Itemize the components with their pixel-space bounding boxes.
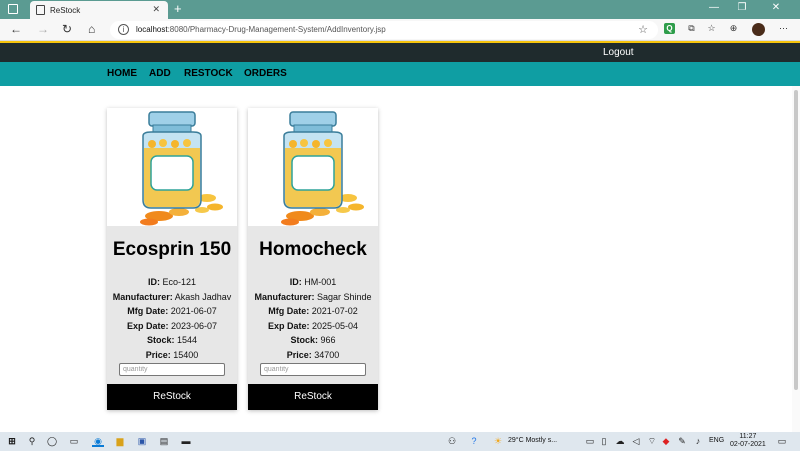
restore-icon[interactable]: ❐ <box>728 2 756 13</box>
product-name: Ecosprin 150 <box>112 239 232 260</box>
product-price: 15400 <box>173 349 199 360</box>
clock[interactable]: 11:27 02-07-2021 <box>730 433 766 449</box>
speaker-icon[interactable]: ♪ <box>692 435 704 447</box>
pen-icon[interactable]: ✎ <box>676 435 688 447</box>
refresh-icon[interactable]: ↻ <box>62 22 72 36</box>
medicine-bottle-image <box>248 108 378 226</box>
help-icon[interactable]: ? <box>468 435 480 447</box>
product-id: HM-001 <box>304 277 337 287</box>
os-taskbar: ⊞ ⚲ ◯ ▭ ◉ ▆ ▣ ▤ ▬ ⚇ ? ☀ 29°C Mostly s...… <box>0 432 800 451</box>
network-icon[interactable]: ⌔ <box>646 435 658 447</box>
antivirus-icon[interactable]: ◆ <box>660 435 672 447</box>
extension-puzzle-icon[interactable]: ⧉ <box>686 23 697 34</box>
product-manufacturer: Akash Jadhav <box>174 291 232 302</box>
extension-icon[interactable]: Q <box>664 23 675 34</box>
nav-orders[interactable]: ORDERS <box>244 68 287 79</box>
page-icon <box>36 5 45 15</box>
quantity-input[interactable] <box>260 363 366 376</box>
tray-icon[interactable]: ▯ <box>598 435 610 447</box>
scrollbar-thumb[interactable] <box>794 90 798 390</box>
forward-icon[interactable]: → <box>37 22 49 36</box>
browser-tab[interactable]: ReStock ✕ <box>30 1 168 19</box>
product-id: Eco-121 <box>162 277 197 287</box>
people-icon[interactable]: ⚇ <box>446 435 458 447</box>
task-view-icon[interactable]: ◯ <box>46 435 58 447</box>
nav-add[interactable]: ADD <box>149 68 171 79</box>
product-exp-date: 2023-06-07 <box>170 320 218 331</box>
site-navbar: HOME ADD RESTOCK ORDERS <box>0 62 800 86</box>
nav-home[interactable]: HOME <box>107 68 137 79</box>
clock-time: 11:27 <box>739 433 757 440</box>
nav-restock[interactable]: RESTOCK <box>184 68 233 79</box>
address-toolbar: ← → ↻ ⌂ i localhost:8080/Pharmacy-Drug-M… <box>0 19 800 41</box>
language-indicator[interactable]: ENG <box>709 437 724 444</box>
new-tab-icon[interactable]: + <box>174 1 182 16</box>
product-mfg-date: 2021-06-07 <box>170 306 217 317</box>
browser-titlebar: ReStock ✕ + — ❐ ✕ <box>0 0 800 19</box>
restock-button[interactable]: ReStock <box>248 384 378 410</box>
medicine-bottle-image <box>107 108 237 226</box>
app-icon[interactable]: ▣ <box>136 435 148 447</box>
product-exp-date: 2025-05-04 <box>311 320 359 331</box>
favorites-icon[interactable]: ☆ <box>706 23 717 34</box>
product-price: 34700 <box>314 349 340 360</box>
logout-link[interactable]: Logout <box>603 47 634 58</box>
product-details: ID: Eco-121 Manufacturer: Akash Jadhav M… <box>112 277 232 360</box>
product-details: ID: HM-001 Manufacturer: Sagar Shinde Mf… <box>254 277 372 360</box>
site-top-strip: Logout <box>0 41 800 62</box>
weather-text[interactable]: 29°C Mostly s... <box>508 437 557 444</box>
window-menu-icon[interactable] <box>8 4 18 14</box>
product-stock: 1544 <box>177 335 198 346</box>
tab-title: ReStock <box>50 6 81 15</box>
collections-icon[interactable]: ⊕ <box>728 23 739 34</box>
search-icon[interactable]: ⚲ <box>26 435 38 447</box>
windows-start-icon[interactable]: ⊞ <box>6 435 18 447</box>
console-icon[interactable]: ▬ <box>180 435 192 447</box>
notification-icon[interactable]: ▭ <box>776 435 788 447</box>
terminal-icon[interactable]: ▤ <box>158 435 170 447</box>
quantity-input[interactable] <box>119 363 225 376</box>
info-icon[interactable]: i <box>118 24 129 35</box>
edge-browser-icon[interactable]: ◉ <box>92 435 104 447</box>
page-scrollbar[interactable] <box>792 86 800 432</box>
weather-icon[interactable]: ☀ <box>492 435 504 447</box>
profile-avatar[interactable] <box>752 23 765 36</box>
restock-button[interactable]: ReStock <box>107 384 237 410</box>
product-manufacturer: Sagar Shinde <box>316 291 372 302</box>
product-card: Ecosprin 150 ID: Eco-121 Manufacturer: A… <box>107 108 237 410</box>
cloud-icon[interactable]: ☁ <box>614 435 626 447</box>
product-stock: 966 <box>320 335 336 346</box>
widgets-icon[interactable]: ▭ <box>68 435 80 447</box>
tray-icon[interactable]: ▭ <box>584 435 596 447</box>
home-icon[interactable]: ⌂ <box>88 22 95 36</box>
minimize-icon[interactable]: — <box>700 2 728 13</box>
product-card: Homocheck ID: HM-001 Manufacturer: Sagar… <box>248 108 378 410</box>
file-explorer-icon[interactable]: ▆ <box>114 435 126 447</box>
favorite-star-icon[interactable]: ☆ <box>638 23 648 36</box>
product-mfg-date: 2021-07-02 <box>311 306 358 317</box>
back-icon[interactable]: ← <box>10 22 22 36</box>
clock-date: 02-07-2021 <box>730 441 766 448</box>
more-menu-icon[interactable]: ⋯ <box>778 23 789 34</box>
product-name: Homocheck <box>259 239 367 260</box>
url-bar[interactable]: i localhost:8080/Pharmacy-Drug-Managemen… <box>110 21 658 39</box>
close-window-icon[interactable]: ✕ <box>762 2 790 13</box>
close-tab-icon[interactable]: ✕ <box>152 4 160 15</box>
url-text[interactable]: localhost:8080/Pharmacy-Drug-Management-… <box>136 25 386 34</box>
volume-icon[interactable]: ◁ <box>630 435 642 447</box>
